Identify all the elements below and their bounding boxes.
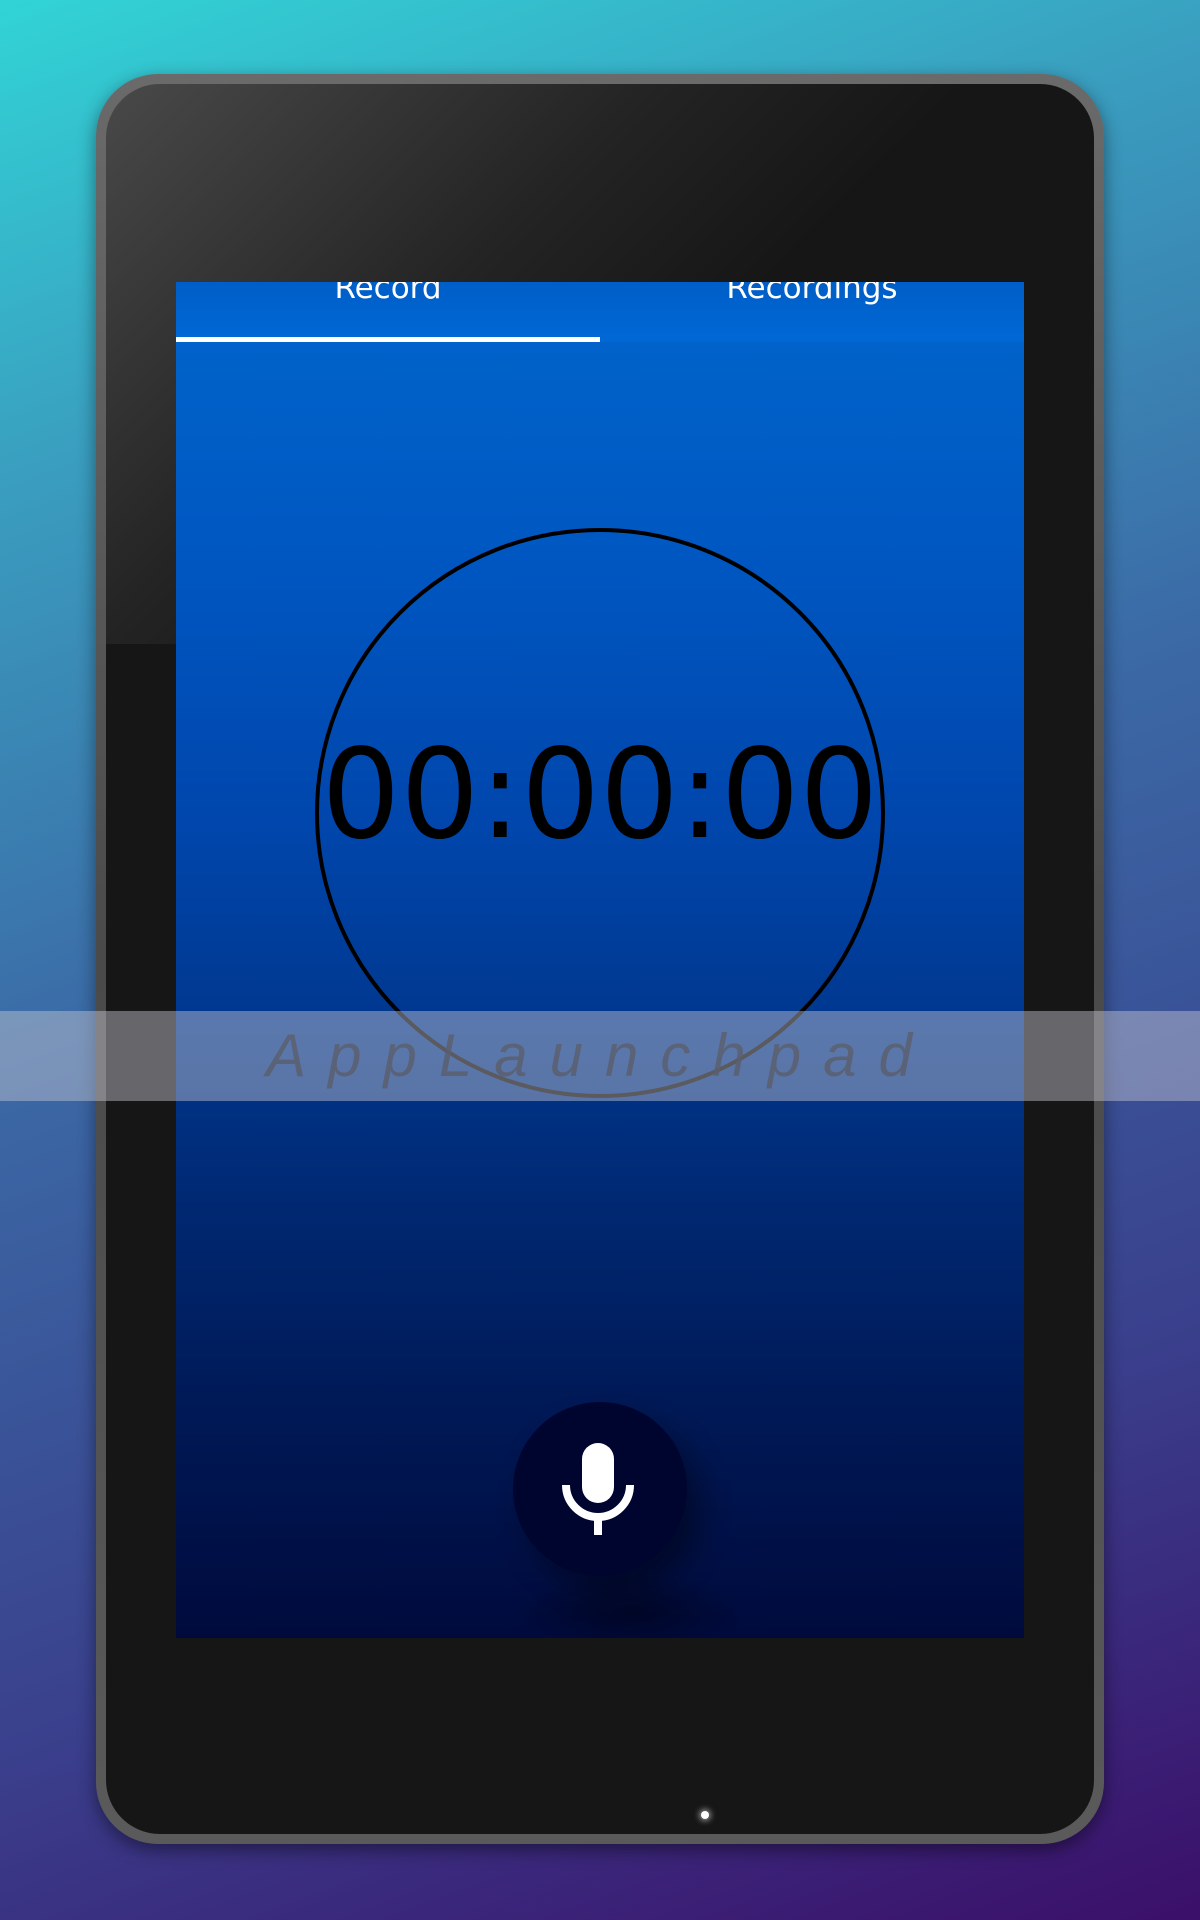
app-screen: Record Recordings 00:00:00: [176, 282, 1024, 1638]
watermark-banner: AppLaunchpad: [0, 1011, 1200, 1101]
tab-recordings[interactable]: Recordings: [600, 282, 1024, 342]
record-button-shadow: [516, 1572, 746, 1638]
tab-record[interactable]: Record: [176, 282, 600, 342]
tab-recordings-label: Recordings: [726, 282, 898, 306]
tab-bar: Record Recordings: [176, 282, 1024, 342]
watermark-text: AppLaunchpad: [266, 1022, 934, 1089]
tab-selected-indicator: [176, 337, 600, 342]
microphone-icon: [562, 1443, 634, 1535]
elapsed-time-display: 00:00:00: [321, 723, 879, 867]
notification-led: [701, 1811, 709, 1819]
tab-record-label: Record: [334, 282, 442, 306]
record-button[interactable]: [513, 1402, 687, 1576]
